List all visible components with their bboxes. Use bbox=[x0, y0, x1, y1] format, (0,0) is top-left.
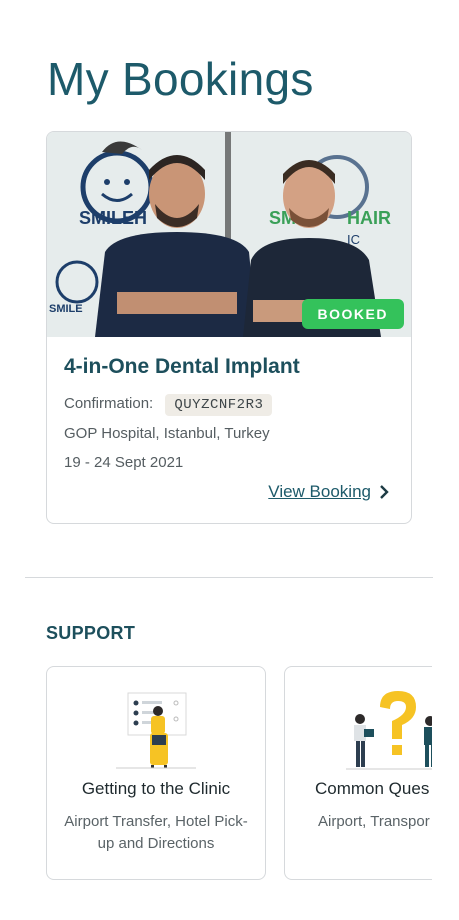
view-booking-link[interactable]: View Booking bbox=[268, 482, 389, 502]
question-mark-people-illustration bbox=[346, 691, 432, 770]
support-card-desc: Airport Transfer, Hotel Pick-up and Dire… bbox=[64, 813, 248, 852]
support-card-desc: Airport, Transpor Directions bbox=[318, 813, 432, 830]
checklist-person-illustration bbox=[116, 692, 196, 769]
svg-text:SMILE: SMILE bbox=[49, 303, 83, 315]
confirmation-label: Confirmation: bbox=[64, 395, 154, 412]
support-card-title: Common Ques bbox=[315, 779, 430, 798]
booking-location: GOP Hospital, Istanbul, Turkey bbox=[64, 425, 270, 442]
chevron-right-icon bbox=[380, 485, 389, 499]
support-heading: SUPPORT bbox=[46, 623, 136, 643]
support-card-getting-to-clinic[interactable]: Getting to the Clinic Airport Transfer, … bbox=[46, 666, 266, 880]
svg-text:SMILEH: SMILEH bbox=[79, 208, 147, 228]
support-card-title: Getting to the Clinic bbox=[81, 779, 231, 798]
section-divider bbox=[25, 577, 433, 578]
booking-photo: SMILEH SMILE SM HAIR IC BOOKED bbox=[47, 132, 411, 337]
confirmation-code: QUYZCNF2R3 bbox=[165, 394, 273, 416]
support-carousel[interactable]: Getting to the Clinic Airport Transfer, … bbox=[0, 666, 432, 881]
booking-dates: 19 - 24 Sept 2021 bbox=[64, 454, 184, 471]
view-booking-label: View Booking bbox=[268, 482, 371, 501]
booking-card[interactable]: SMILEH SMILE SM HAIR IC BOOKED 4-in-One … bbox=[46, 131, 412, 524]
page-title: My Bookings bbox=[47, 53, 314, 105]
status-badge: BOOKED bbox=[301, 299, 404, 329]
confirmation-row: Confirmation: QUYZCNF2R3 bbox=[64, 394, 273, 416]
svg-text:HAIR: HAIR bbox=[347, 208, 391, 228]
support-card-common-questions[interactable]: Common Ques Airport, Transpor Directions bbox=[284, 666, 432, 880]
booking-title: 4-in-One Dental Implant bbox=[64, 355, 300, 378]
